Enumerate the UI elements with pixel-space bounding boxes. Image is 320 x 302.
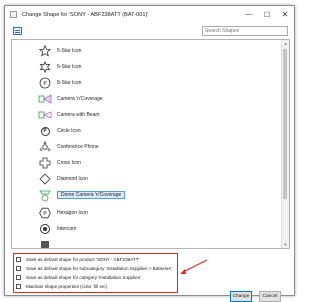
change-button[interactable]: Change (230, 291, 252, 302)
list-item[interactable]: P Hexagon Icon (38, 206, 88, 220)
window-controls: — ☐ ✕ (240, 6, 294, 23)
shape-preview-icon (38, 238, 52, 248)
shape-label: 8-Star Icon (57, 80, 82, 86)
shape-label: Diamond Icon (57, 176, 88, 182)
star-icon (38, 60, 52, 74)
option-label: Save as default shape for subcategory 'I… (26, 266, 172, 271)
option-label: Save as default shape for product 'SONY … (26, 257, 140, 262)
option-row[interactable]: Save as default shape for product 'SONY … (16, 255, 139, 264)
maximize-button[interactable]: ☐ (258, 6, 276, 23)
options-area: Save as default shape for product 'SONY … (11, 252, 290, 302)
diamond-icon (38, 172, 52, 186)
cancel-button[interactable]: Cancel (259, 291, 281, 302)
circle-p-icon: P (38, 124, 52, 138)
toolbar (11, 26, 288, 37)
option-checkbox[interactable] (16, 257, 21, 262)
option-label: Save as default shape for category 'Inst… (26, 275, 141, 280)
camera-beam-icon (38, 108, 52, 122)
option-row[interactable]: Save as default shape for category 'Inst… (16, 273, 141, 282)
shape-label: Cross Icon (57, 160, 81, 166)
minimize-button[interactable]: — (240, 6, 258, 23)
list-item[interactable]: P 8-Star Icon (38, 76, 81, 90)
list-item-partial[interactable] (38, 238, 52, 248)
list-item[interactable]: Conference Phone (38, 140, 99, 154)
app-icon (10, 11, 17, 18)
list-item[interactable]: P Circle Icon (38, 124, 81, 138)
shape-label: Camera with Beam (57, 112, 100, 118)
option-checkbox[interactable] (16, 275, 21, 280)
list-item[interactable]: Camera 'n'Coverage (38, 92, 103, 106)
conference-phone-icon (38, 140, 52, 154)
list-item[interactable]: Cross Icon (38, 156, 81, 170)
star-icon (38, 44, 52, 58)
vertical-scrollbar[interactable]: ▲ ▼ (281, 40, 289, 248)
change-shape-dialog: Change Shape for 'SONY - ABF238ATT (BAT-… (4, 5, 295, 302)
shape-label: 6-Star Icon (57, 64, 82, 70)
hexagon-icon: P (38, 206, 52, 220)
shape-label: Camera 'n'Coverage (57, 96, 103, 102)
scroll-down-icon[interactable]: ▼ (282, 241, 289, 248)
intercom-icon (38, 222, 52, 236)
scroll-up-icon[interactable]: ▲ (282, 40, 289, 47)
close-button[interactable]: ✕ (276, 6, 294, 23)
list-item-selected[interactable]: Dome Camera 'n'Coverage (38, 188, 126, 202)
option-checkbox[interactable] (16, 266, 21, 271)
title-bar[interactable]: Change Shape for 'SONY - ABF238ATT (BAT-… (5, 6, 294, 23)
list-item[interactable]: Diamond Icon (38, 172, 88, 186)
dome-camera-icon (38, 188, 52, 202)
list-item[interactable]: Camera with Beam (38, 108, 100, 122)
grid-view-icon[interactable] (13, 27, 22, 35)
shape-label: Conference Phone (57, 144, 99, 150)
star-circle-icon: P (38, 76, 52, 90)
circle-glyph: P (40, 126, 50, 136)
list-item[interactable]: 6-Star Icon (38, 60, 81, 74)
scroll-thumb[interactable] (283, 49, 287, 199)
shape-label: Hexagon Icon (57, 210, 88, 216)
option-label: Maintain shape properties (color, fill e… (26, 284, 108, 289)
option-row[interactable]: Maintain shape properties (color, fill e… (16, 282, 107, 291)
option-checkbox[interactable] (16, 284, 21, 289)
shape-label: 5-Star Icon (57, 48, 82, 54)
option-row[interactable]: Save as default shape for subcategory 'I… (16, 264, 172, 273)
annotation-arrow-icon (180, 259, 208, 274)
shape-label: Circle Icon (57, 128, 81, 134)
shape-list[interactable]: 5-Star Icon 6-Star Icon P 8-Star Icon Ca… (11, 39, 290, 249)
shape-label: Dome Camera 'n'Coverage (57, 191, 126, 199)
window-title: Change Shape for 'SONY - ABF238ATT (BAT-… (22, 11, 149, 18)
camera-coverage-icon (38, 92, 52, 106)
search-input[interactable] (202, 26, 288, 36)
list-item[interactable]: Intercom (38, 222, 76, 236)
list-item[interactable]: 5-Star Icon (38, 44, 81, 58)
shape-label: Intercom (57, 226, 77, 232)
cross-icon (38, 156, 52, 170)
